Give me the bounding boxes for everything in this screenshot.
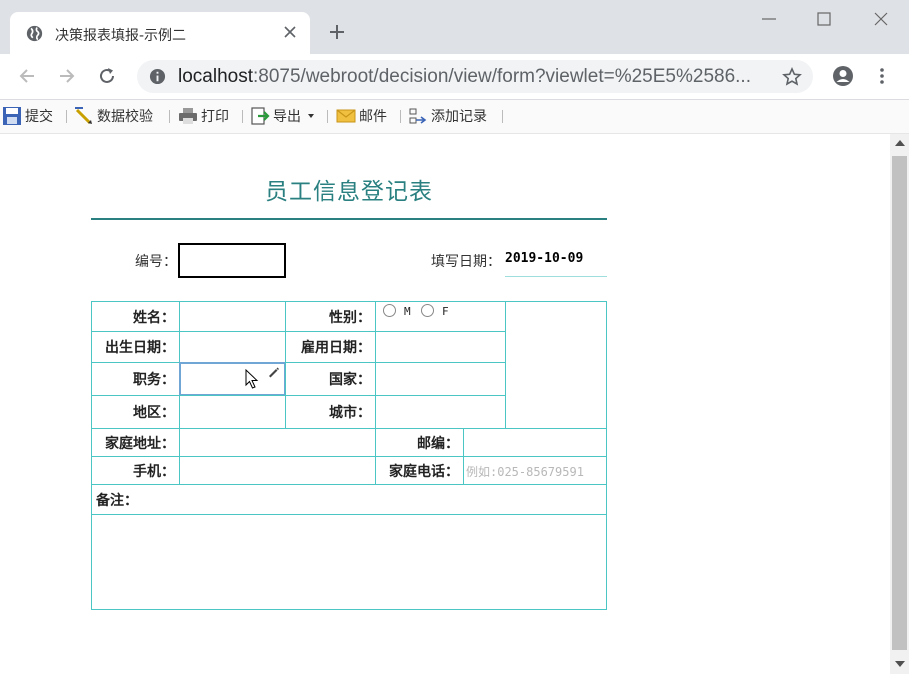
toolbar-separator bbox=[502, 110, 503, 123]
toolbar-separator bbox=[400, 110, 401, 123]
new-tab-icon[interactable] bbox=[328, 23, 346, 41]
name-label: 姓名： bbox=[91, 301, 180, 332]
country-label: 国家： bbox=[285, 362, 376, 396]
position-input[interactable] bbox=[179, 362, 286, 396]
birth-date-label: 出生日期： bbox=[91, 331, 180, 363]
browser-nav-bar: localhost:8075/webroot/decision/view/for… bbox=[0, 54, 909, 100]
tab-title: 决策报表填报-示例二 bbox=[55, 28, 187, 44]
birth-date-input[interactable] bbox=[179, 331, 286, 363]
country-input[interactable] bbox=[375, 362, 506, 396]
scroll-up-arrow-icon[interactable] bbox=[895, 140, 905, 146]
globe-icon bbox=[26, 25, 43, 42]
gender-m-label: M bbox=[404, 305, 411, 318]
postcode-input[interactable] bbox=[463, 428, 607, 457]
export-button[interactable]: 导出 bbox=[250, 106, 319, 126]
submit-button[interactable]: 提交 bbox=[2, 106, 53, 126]
name-input[interactable] bbox=[179, 301, 286, 332]
photo-cell[interactable] bbox=[505, 301, 607, 429]
report-toolbar: 提交 数据校验 打印 导出 邮件 添加记录 bbox=[0, 100, 909, 134]
add-record-button[interactable]: 添加记录 bbox=[408, 106, 487, 126]
toolbar-separator bbox=[242, 110, 243, 123]
browser-tab[interactable]: 决策报表填报-示例二 bbox=[10, 12, 310, 54]
print-button[interactable]: 打印 bbox=[178, 106, 229, 126]
chevron-down-icon bbox=[308, 114, 314, 118]
region-label: 地区： bbox=[91, 395, 180, 429]
gender-f-label: F bbox=[442, 305, 449, 318]
browser-tab-bar: 决策报表填报-示例二 bbox=[0, 0, 909, 54]
home-address-input[interactable] bbox=[179, 428, 376, 457]
mobile-label: 手机： bbox=[91, 456, 180, 485]
home-phone-placeholder: 例如:025-85679591 bbox=[466, 465, 584, 479]
profile-icon[interactable] bbox=[832, 65, 854, 87]
toolbar-separator bbox=[66, 110, 67, 123]
remarks-label: 备注： bbox=[91, 484, 607, 515]
employee-form-table: 姓名： 性别： M F 出生日期： 雇用日期： 职务： 国家： 地区： 城市： … bbox=[91, 301, 607, 610]
id-label: 编号： bbox=[135, 254, 177, 270]
email-button[interactable]: 邮件 bbox=[336, 106, 387, 126]
hire-date-label: 雇用日期： bbox=[285, 331, 376, 363]
close-tab-icon[interactable] bbox=[282, 24, 298, 40]
export-icon bbox=[251, 107, 270, 125]
edit-pencil-icon bbox=[269, 367, 279, 378]
city-input[interactable] bbox=[375, 395, 506, 429]
mobile-input[interactable] bbox=[179, 456, 376, 485]
validate-pen-icon bbox=[75, 107, 92, 125]
window-close-icon[interactable] bbox=[872, 10, 890, 28]
forward-icon[interactable] bbox=[57, 66, 77, 86]
id-input[interactable] bbox=[178, 243, 286, 278]
url-text: localhost:8075/webroot/decision/view/for… bbox=[178, 66, 751, 87]
scrollbar-thumb[interactable] bbox=[892, 156, 907, 650]
address-bar[interactable]: localhost:8075/webroot/decision/view/for… bbox=[137, 60, 813, 93]
gender-f-radio[interactable] bbox=[421, 304, 434, 317]
mouse-cursor-icon bbox=[245, 369, 259, 389]
remarks-input[interactable] bbox=[91, 514, 607, 610]
region-input[interactable] bbox=[179, 395, 286, 429]
gender-label: 性别： bbox=[285, 301, 376, 332]
vertical-scrollbar[interactable] bbox=[890, 134, 909, 674]
title-underline bbox=[91, 218, 607, 220]
postcode-label: 邮编： bbox=[375, 428, 464, 457]
home-address-label: 家庭地址： bbox=[91, 428, 180, 457]
bookmark-star-icon[interactable] bbox=[782, 67, 802, 87]
form-title: 员工信息登记表 bbox=[265, 179, 433, 205]
toolbar-separator bbox=[169, 110, 170, 123]
report-page: 员工信息登记表 编号： 填写日期： 2019-10-09 姓名： 性别： M F… bbox=[0, 134, 890, 674]
save-icon bbox=[3, 107, 21, 125]
toolbar-separator bbox=[327, 110, 328, 123]
mail-icon bbox=[336, 109, 356, 123]
back-icon[interactable] bbox=[17, 66, 37, 86]
scroll-down-arrow-icon[interactable] bbox=[895, 661, 905, 667]
gender-m-radio[interactable] bbox=[383, 304, 396, 317]
date-underline bbox=[505, 276, 607, 277]
validate-button[interactable]: 数据校验 bbox=[74, 106, 153, 126]
add-record-icon bbox=[409, 108, 427, 124]
gender-radio-group: M F bbox=[375, 301, 506, 332]
minimize-icon[interactable] bbox=[760, 10, 778, 28]
maximize-icon[interactable] bbox=[815, 10, 833, 28]
date-label: 填写日期： bbox=[431, 254, 501, 270]
city-label: 城市： bbox=[285, 395, 376, 429]
home-phone-input[interactable]: 例如:025-85679591 bbox=[463, 456, 607, 485]
site-info-icon[interactable] bbox=[149, 68, 166, 85]
printer-icon bbox=[179, 108, 197, 124]
menu-dots-icon[interactable] bbox=[872, 66, 892, 86]
position-label: 职务： bbox=[91, 362, 180, 396]
reload-icon[interactable] bbox=[97, 66, 117, 86]
hire-date-input[interactable] bbox=[375, 331, 506, 363]
date-value[interactable]: 2019-10-09 bbox=[505, 251, 583, 266]
home-phone-label: 家庭电话： bbox=[375, 456, 464, 485]
